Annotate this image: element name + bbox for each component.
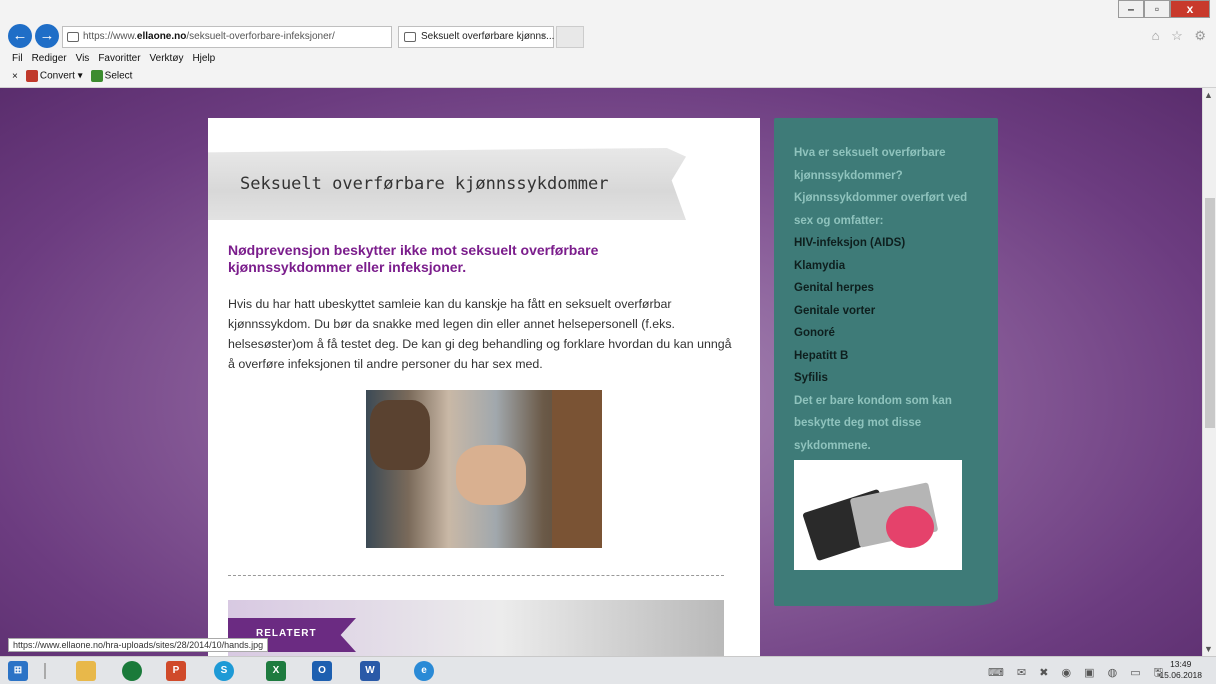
address-bar[interactable]: https://www.ellaone.no/seksuelt-overforb… xyxy=(62,26,392,48)
tab-close-icon[interactable]: × xyxy=(541,27,547,47)
scroll-down-icon[interactable]: ▼ xyxy=(1204,644,1213,654)
new-tab-button[interactable] xyxy=(556,26,584,48)
disease-item: Genitale vorter xyxy=(794,304,876,317)
disease-item: Hepatitt B xyxy=(794,349,849,362)
sidebar-intro: Hva er seksuelt overførbare kjønnssykdom… xyxy=(794,147,968,227)
browser-chrome: – ▫ x ← → https://www.ellaone.no/seksuel… xyxy=(0,0,1216,88)
powerpoint-icon[interactable]: P xyxy=(166,661,186,681)
forward-button[interactable]: → xyxy=(35,24,59,48)
select-label: Select xyxy=(104,70,133,82)
menu-item-vis[interactable]: Vis xyxy=(76,53,90,64)
excel-icon[interactable]: X xyxy=(266,661,286,681)
disease-item: Genital herpes xyxy=(794,282,874,294)
handbag-shape xyxy=(370,400,430,470)
disease-item: Klamydia xyxy=(794,259,846,272)
address-prefix: https://www. xyxy=(83,31,137,42)
menu-item-favoritter[interactable]: Favoritter xyxy=(98,53,140,64)
article-paragraph: Hvis du har hatt ubeskyttet samleie kan … xyxy=(228,297,732,371)
clock-time: 13:49 xyxy=(1170,659,1192,669)
address-domain: ellaone.no xyxy=(136,31,187,42)
convert-dropdown-icon: ▾ xyxy=(77,70,83,82)
convert-pdf-icon xyxy=(25,70,38,82)
home-favorites-settings-icon[interactable]: ⌂ ☆ ⚙ xyxy=(1152,28,1210,44)
disease-item: Gonoré xyxy=(794,327,835,339)
taskbar: ⊞ P S X O W e ⌨ ✉ ✖ ◉ ▣ ◍ ▭ 🖫 13:49 15.0… xyxy=(0,656,1216,684)
disease-item: Syfilis xyxy=(794,372,828,384)
commandbar-close-icon[interactable]: × xyxy=(12,71,18,82)
back-button[interactable]: ← xyxy=(8,24,32,48)
address-path: /seksuelt-overforbare-infeksjoner/ xyxy=(186,31,335,42)
tab-active[interactable]: Seksuelt overførbare kjønns... × xyxy=(398,26,554,48)
clock-date: 15.06.2018 xyxy=(1159,670,1202,680)
system-tray-icons[interactable]: ⌨ ✉ ✖ ◉ ▣ ◍ ▭ 🖫 xyxy=(988,664,1168,683)
sidebar-text: Hva er seksuelt overførbare kjønnssykdom… xyxy=(794,142,984,457)
condom-image xyxy=(794,460,962,570)
select-icon xyxy=(90,70,103,82)
menu-item-hjelp[interactable]: Hjelp xyxy=(192,53,215,64)
menu-item-verktoy[interactable]: Verktøy xyxy=(150,53,184,64)
related-banner[interactable]: RELATERT xyxy=(228,600,724,656)
globe-icon[interactable] xyxy=(122,661,142,681)
internet-explorer-icon[interactable]: e xyxy=(414,661,434,681)
tab-favicon-icon xyxy=(404,32,416,42)
article-subheading: Nødprevensjon beskytter ikke mot seksuel… xyxy=(228,242,599,275)
hands-photo[interactable] xyxy=(366,390,602,548)
sidebar-outro: Det er bare kondom som kan beskytte deg … xyxy=(794,394,952,452)
jacket-shape xyxy=(552,390,602,548)
sidebar-panel: Hva er seksuelt overførbare kjønnssykdom… xyxy=(774,118,998,606)
status-url: https://www.ellaone.no/hra-uploads/sites… xyxy=(8,638,269,652)
menu-item-rediger[interactable]: Rediger xyxy=(32,53,67,64)
file-explorer-icon[interactable] xyxy=(76,661,96,681)
convert-button[interactable]: Convert ▾ xyxy=(25,70,83,82)
condom-pink xyxy=(886,506,934,548)
menu-item-fil[interactable]: Fil xyxy=(12,53,23,64)
select-button[interactable]: Select xyxy=(90,70,133,82)
taskbar-separator xyxy=(44,663,46,679)
site-favicon-icon xyxy=(67,32,79,42)
web-page: Seksuelt overførbare kjønnssykdommer Nød… xyxy=(0,88,1202,656)
scroll-thumb[interactable] xyxy=(1205,198,1215,428)
skype-icon[interactable]: S xyxy=(214,661,234,681)
minimize-button[interactable]: – xyxy=(1118,0,1144,18)
command-bar: × Convert ▾ Select xyxy=(12,70,132,82)
page-title: Seksuelt overførbare kjønnssykdommer xyxy=(240,174,609,194)
close-button[interactable]: x xyxy=(1170,0,1210,18)
word-icon[interactable]: W xyxy=(360,661,380,681)
section-divider xyxy=(228,575,724,576)
tab-title: Seksuelt overførbare kjønns... xyxy=(421,31,555,42)
title-banner: Seksuelt overførbare kjønnssykdommer xyxy=(208,148,686,220)
outlook-icon[interactable]: O xyxy=(312,661,332,681)
taskbar-clock[interactable]: 13:49 15.06.2018 xyxy=(1159,659,1202,681)
window-controls: – ▫ x xyxy=(1118,0,1210,18)
page-scrollbar[interactable]: ▲ ▼ xyxy=(1202,88,1216,656)
disease-item: HIV-infeksjon (AIDS) xyxy=(794,237,906,249)
windows-start-icon[interactable]: ⊞ xyxy=(8,661,28,681)
scroll-up-icon[interactable]: ▲ xyxy=(1204,90,1213,100)
menu-bar: Fil Rediger Vis Favoritter Verktøy Hjelp xyxy=(12,53,215,64)
holding-hands-shape xyxy=(456,445,526,505)
convert-label: Convert xyxy=(39,70,75,82)
restore-button[interactable]: ▫ xyxy=(1144,0,1170,18)
article-panel: Seksuelt overførbare kjønnssykdommer Nød… xyxy=(208,118,760,656)
